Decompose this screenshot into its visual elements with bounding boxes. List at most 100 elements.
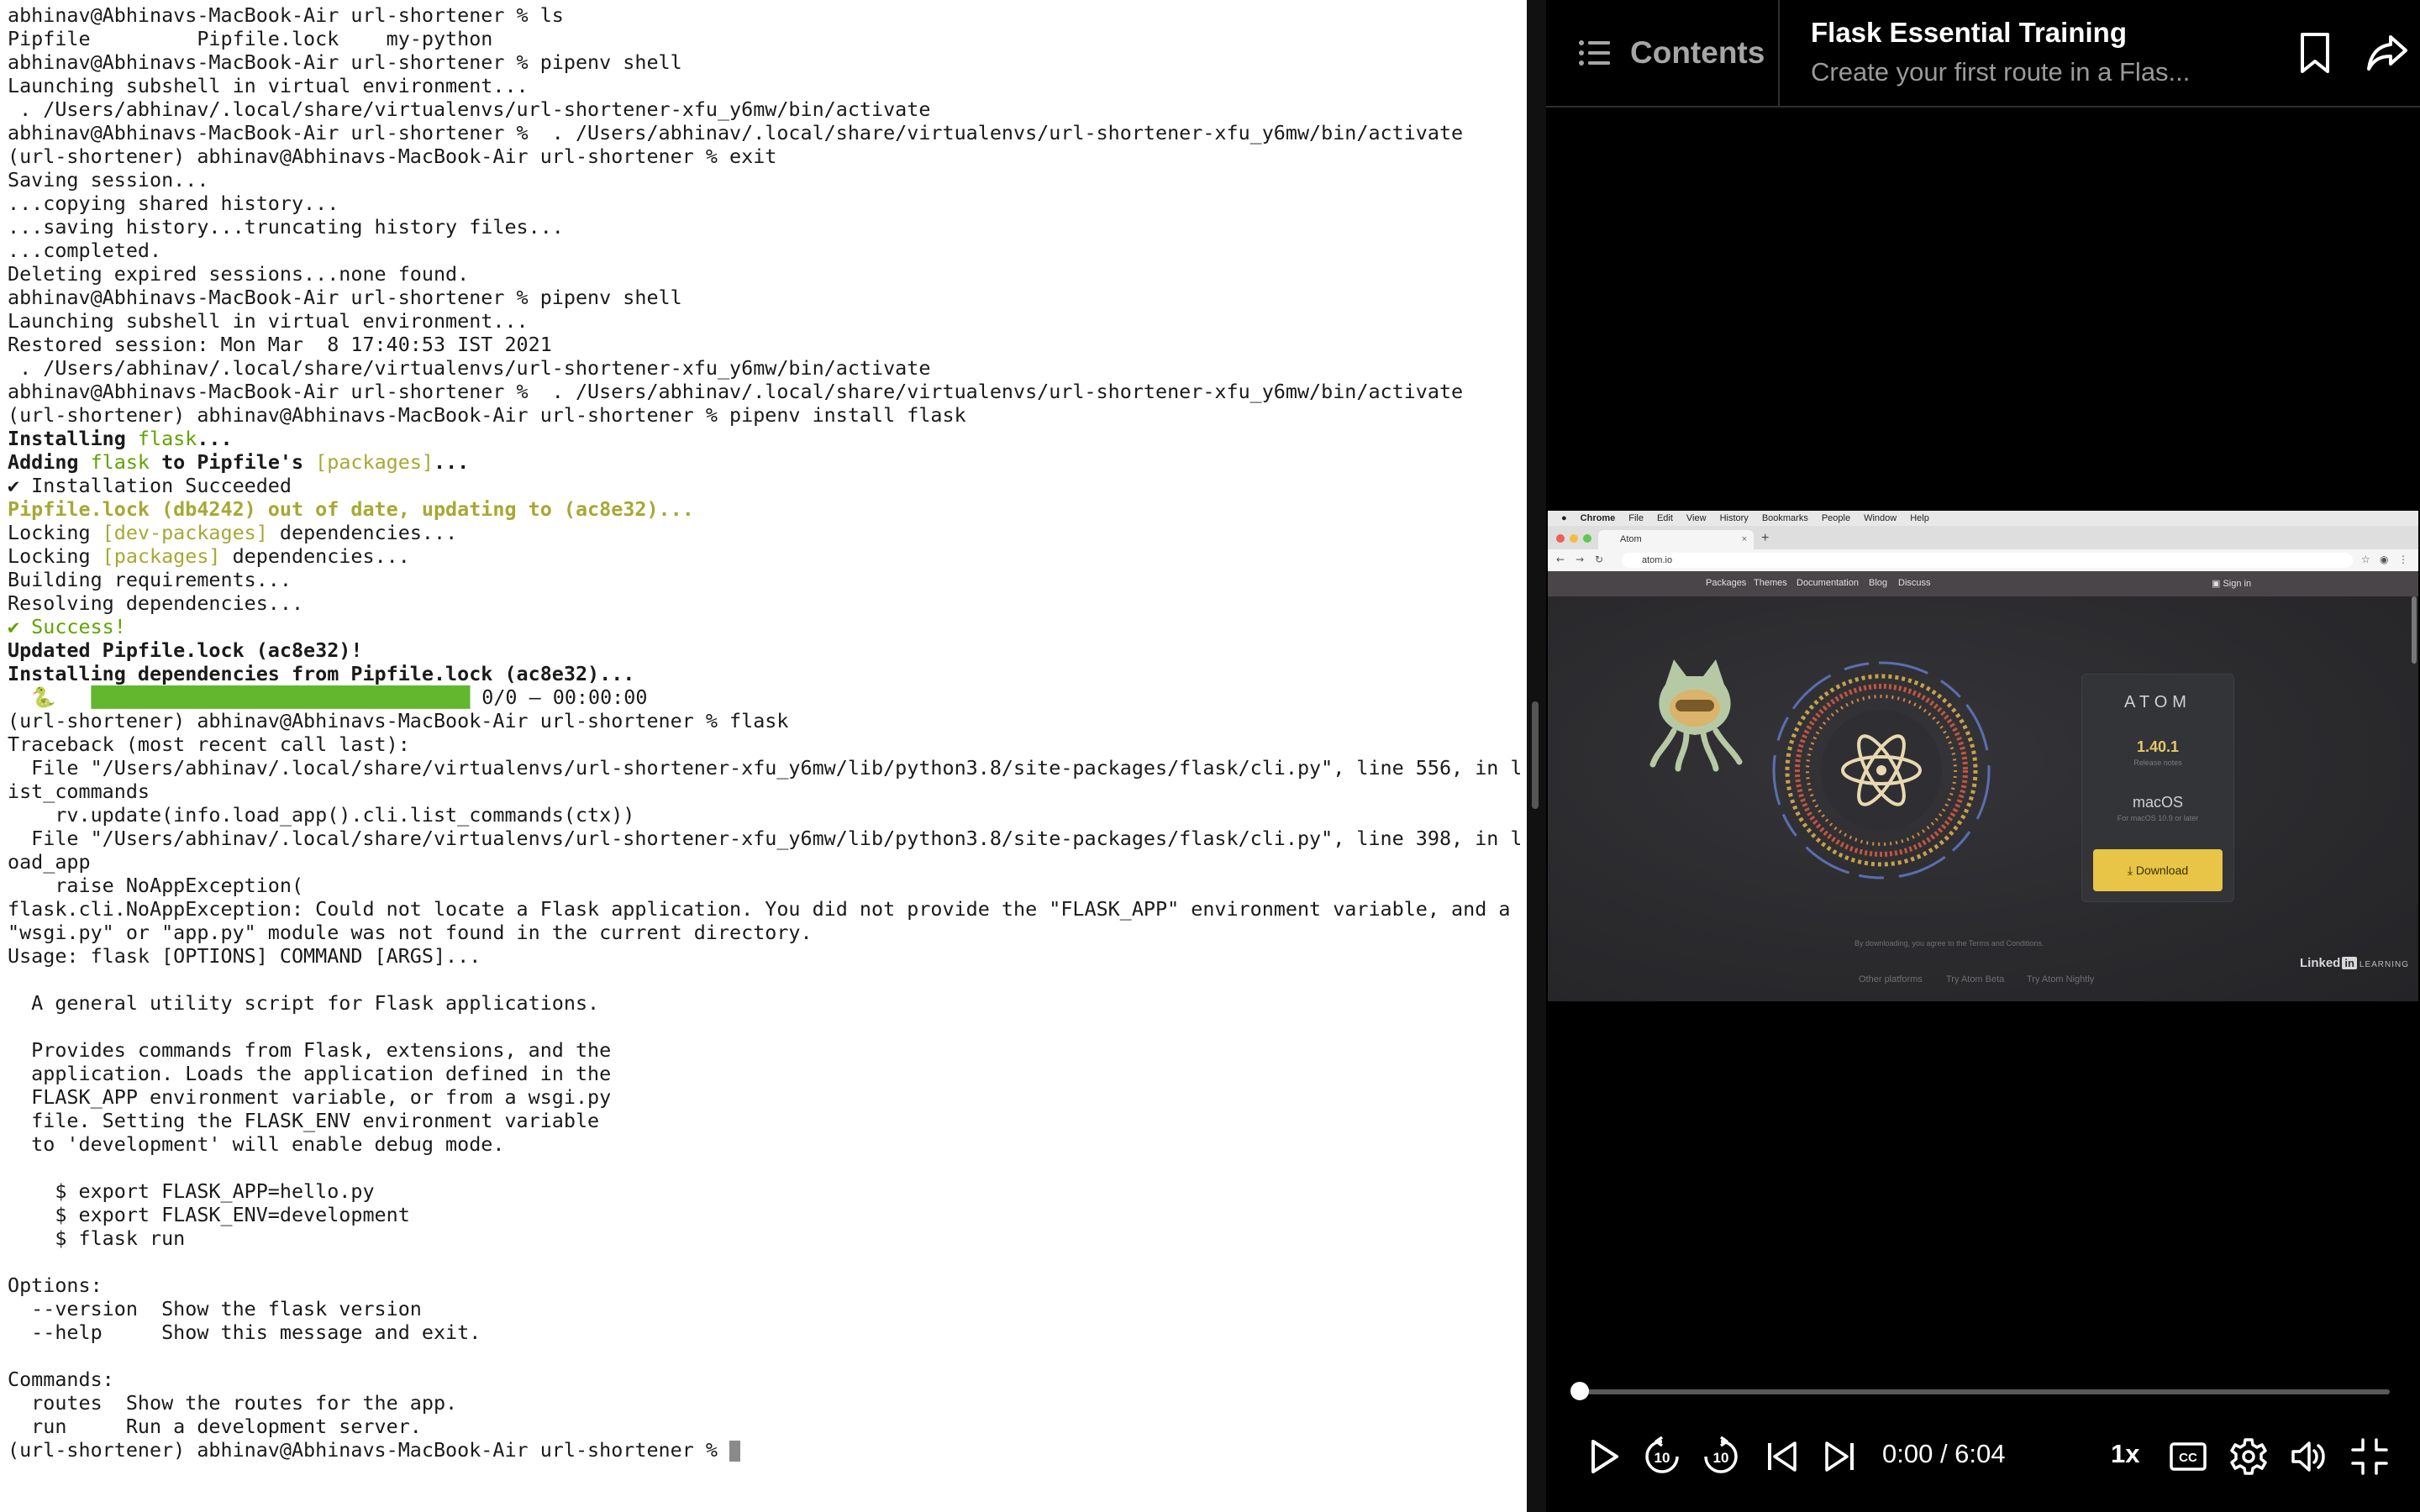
terminal-line: file. Setting the FLASK_ENV environment … (8, 1109, 1520, 1132)
skip-previous-icon[interactable] (1761, 1436, 1802, 1477)
terminal-output: abhinav@Abhinavs-MacBook-Air url-shorten… (8, 3, 1520, 1462)
seek-handle[interactable] (1570, 1382, 1589, 1400)
terminal-text: Launching subshell in virtual environmen… (8, 309, 529, 333)
terminal-line: ...saving history...truncating history f… (8, 215, 1520, 239)
watermark-in: in (2342, 957, 2357, 969)
list-icon (1579, 40, 1610, 66)
split-divider-handle[interactable] (1532, 701, 1539, 809)
terminal-line: Usage: flask [OPTIONS] COMMAND [ARGS]... (8, 944, 1520, 968)
atom-download-card: ATOM 1.40.1 Release notes macOS For macO… (2081, 674, 2234, 902)
forward-icon: → (1576, 554, 1585, 565)
terminal-line: File "/Users/abhinav/.local/share/virtua… (8, 827, 1520, 850)
terminal-line: ...completed. (8, 239, 1520, 262)
download-button: ⤓ Download (2093, 849, 2223, 891)
terminal-text: abhinav@Abhinavs-MacBook-Air url-shorten… (8, 3, 564, 27)
page-scrollbar (2412, 596, 2417, 664)
site-nav-item: Packages (1706, 578, 1747, 588)
bookmark-icon[interactable] (2296, 32, 2333, 74)
seek-bar[interactable] (1580, 1389, 2390, 1394)
terminal-text: (url-shortener) abhinav@Abhinavs-MacBook… (8, 709, 789, 732)
site-nav-item: Themes (1754, 578, 1787, 588)
terminal-line: File "/Users/abhinav/.local/share/virtua… (8, 756, 1520, 780)
terminal-line: abhinav@Abhinavs-MacBook-Air url-shorten… (8, 50, 1520, 74)
terminal-line: abhinav@Abhinavs-MacBook-Air url-shorten… (8, 286, 1520, 309)
terminal-text: raise NoAppException( (8, 874, 304, 897)
gear-icon[interactable] (2228, 1436, 2269, 1477)
terminal-text: Options: (8, 1273, 103, 1297)
linkedin-learning-watermark: Linked in LEARNING (2300, 956, 2409, 970)
profile-icon: ◉ (2380, 554, 2389, 565)
terminal-line: Installing flask... (8, 427, 1520, 450)
card-version: 1.40.1 (2136, 738, 2180, 755)
terminal-line: ✔ Installation Succeeded (8, 474, 1520, 497)
terminal-line: abhinav@Abhinavs-MacBook-Air url-shorten… (8, 380, 1520, 403)
terminal-line: Installing dependencies from Pipfile.loc… (8, 662, 1520, 685)
terminal-text: abhinav@Abhinavs-MacBook-Air url-shorten… (8, 380, 1464, 403)
terminal-text: . /Users/abhinav/.local/share/virtualenv… (8, 356, 931, 380)
terminal-text: Traceback (most recent call last): (8, 732, 410, 756)
terminal-line: to 'development' will enable debug mode. (8, 1132, 1520, 1156)
terminal-window[interactable]: abhinav@Abhinavs-MacBook-Air url-shorten… (0, 0, 1527, 1512)
play-icon[interactable] (1583, 1436, 1623, 1477)
terminal-line: Launching subshell in virtual environmen… (8, 74, 1520, 97)
terminal-text: ist_commands (8, 780, 150, 803)
terminal-text: 0/0 — 00:00:00 (470, 685, 648, 709)
browser-tab-strip: Atom × + (1548, 526, 2418, 549)
terminal-line: $ export FLASK_APP=hello.py (8, 1179, 1520, 1203)
terminal-text: ...copying shared history... (8, 192, 339, 215)
mac-menu-item: Chrome (1580, 513, 1616, 523)
mac-menu-item: Edit (1656, 513, 1673, 523)
terminal-text: (url-shortener) abhinav@Abhinavs-MacBook… (8, 144, 777, 168)
terminal-text: A general utility script for Flask appli… (8, 991, 600, 1015)
terminal-text: File "/Users/abhinav/.local/share/virtua… (8, 827, 1520, 850)
terminal-line: Launching subshell in virtual environmen… (8, 309, 1520, 333)
card-release-notes: Release notes (2133, 759, 2182, 767)
atom-mascot-icon (1649, 659, 1743, 772)
volume-icon[interactable] (2289, 1436, 2329, 1477)
playback-speed-button[interactable]: 1x (2111, 1439, 2139, 1469)
skip-next-icon[interactable] (1820, 1436, 1860, 1477)
video-frame[interactable]: ● Chrome File Edit View History Bookmark… (1548, 511, 2418, 1001)
watermark-brand: Linked (2300, 956, 2341, 970)
terminal-text: Deleting expired sessions...none found. (8, 262, 470, 286)
terminal-text: (url-shortener) abhinav@Abhinavs-MacBook… (8, 403, 966, 427)
footer-link: Other platforms (1859, 974, 1923, 984)
mac-menubar: ● Chrome File Edit View History Bookmark… (1548, 511, 2418, 526)
forward-10-icon[interactable]: 10 (1701, 1436, 1741, 1477)
terminal-line: raise NoAppException( (8, 874, 1520, 897)
terminal-text: file. Setting the FLASK_ENV environment … (8, 1109, 600, 1132)
terminal-text: File "/Users/abhinav/.local/share/virtua… (8, 756, 1520, 780)
terminal-text: abhinav@Abhinavs-MacBook-Air url-shorten… (8, 286, 682, 309)
exit-fullscreen-icon[interactable] (2349, 1436, 2390, 1477)
terminal-line: (url-shortener) abhinav@Abhinavs-MacBook… (8, 144, 1520, 168)
rewind-10-icon[interactable]: 10 (1642, 1436, 1682, 1477)
course-title[interactable]: Flask Essential Training (1811, 17, 2127, 49)
terminal-line: Deleting expired sessions...none found. (8, 262, 1520, 286)
terminal-text: Pipfile.lock (db4242) out of date, updat… (8, 497, 694, 521)
terminal-line: Locking [dev-packages] dependencies... (8, 521, 1520, 544)
terminal-text: Building requirements... (8, 568, 292, 591)
terminal-text: to Pipfile's (150, 450, 316, 474)
terminal-line: routes Show the routes for the app. (8, 1391, 1520, 1415)
terminal-text: Commands: (8, 1368, 114, 1391)
terminal-text: Locking (8, 521, 103, 544)
mac-menu-item: View (1686, 513, 1707, 523)
share-icon[interactable] (2365, 32, 2409, 74)
svg-text:10: 10 (1655, 1450, 1670, 1466)
footer-link: Try Atom Beta (1946, 974, 2005, 984)
terminal-text: flask (137, 427, 197, 450)
terminal-text: ... (197, 427, 233, 450)
contents-button[interactable]: Contents (1546, 0, 1780, 106)
svg-text:CC: CC (2179, 1451, 2197, 1465)
star-icon: ☆ (2361, 554, 2370, 565)
terminal-text: [dev-packages] (102, 521, 268, 544)
closed-captions-icon[interactable]: CC (2168, 1436, 2208, 1477)
terminal-line: Traceback (most recent call last): (8, 732, 1520, 756)
address-bar: atom.io (1622, 553, 2353, 568)
terminal-text: 🐍 (8, 685, 92, 709)
terminal-cursor (729, 1441, 741, 1462)
terminal-text: (url-shortener) abhinav@Abhinavs-MacBook… (8, 1438, 730, 1462)
